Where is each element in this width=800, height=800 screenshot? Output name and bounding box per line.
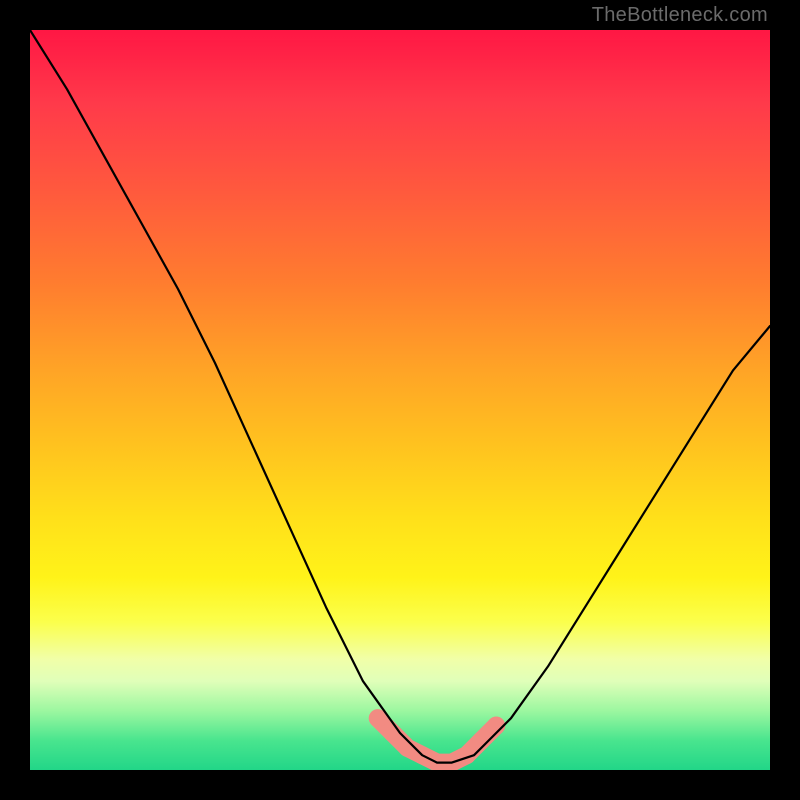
watermark-text: TheBottleneck.com: [592, 4, 768, 27]
chart-frame: TheBottleneck.com: [0, 0, 800, 800]
curve-layer: [30, 30, 770, 770]
bottleneck-curve: [30, 30, 770, 763]
plot-area: [30, 30, 770, 770]
